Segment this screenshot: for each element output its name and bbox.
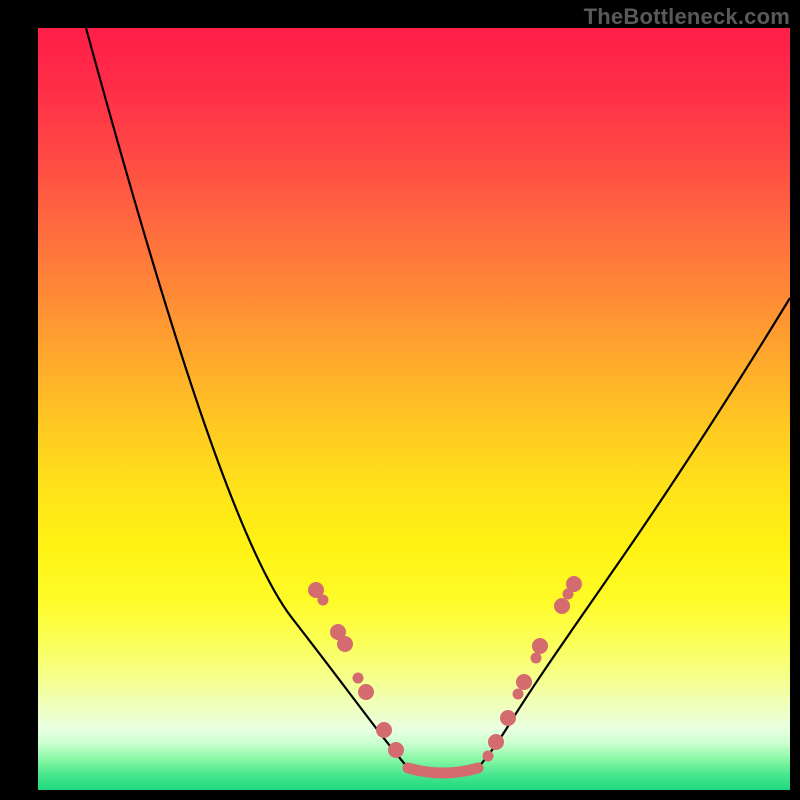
- bottom-arc-path: [408, 768, 478, 773]
- markers-right-dot-5: [516, 674, 532, 690]
- markers-right-dot-2: [554, 598, 570, 614]
- markers-right-dot-3: [532, 638, 548, 654]
- markers-right-dot-8: [488, 734, 504, 750]
- watermark-text: TheBottleneck.com: [584, 4, 790, 30]
- markers-right-dot-1: [563, 589, 574, 600]
- markers-right-dot-9: [483, 751, 494, 762]
- plot-area: [38, 28, 790, 790]
- markers-right-dot-4: [531, 653, 542, 664]
- markers-left-dot-6: [376, 722, 392, 738]
- markers-left-dot-5: [358, 684, 374, 700]
- chart-overlay: [38, 28, 790, 790]
- markers-left-dot-7: [388, 742, 404, 758]
- markers-left: [308, 582, 404, 758]
- markers-right-dot-7: [500, 710, 516, 726]
- chart-stage: TheBottleneck.com: [0, 0, 800, 800]
- markers-right: [483, 576, 583, 762]
- markers-right-dot-6: [513, 689, 524, 700]
- markers-left-dot-3: [337, 636, 353, 652]
- right-curve-path: [478, 298, 790, 768]
- left-curve-path: [86, 28, 408, 768]
- markers-left-dot-4: [353, 673, 364, 684]
- markers-left-dot-1: [318, 595, 329, 606]
